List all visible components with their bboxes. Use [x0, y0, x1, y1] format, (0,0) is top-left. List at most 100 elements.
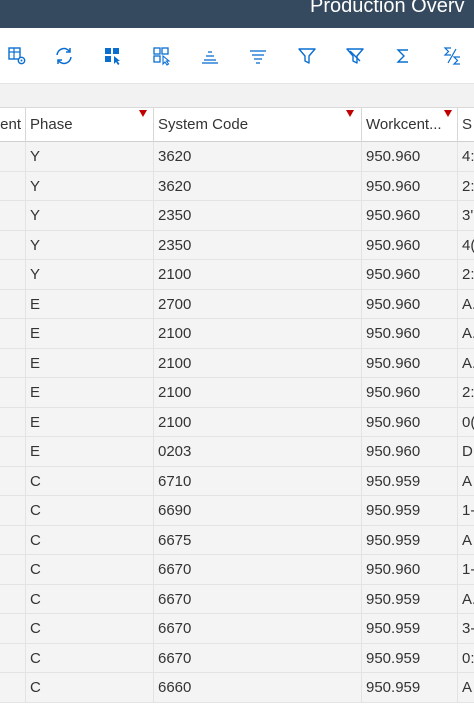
table-cell: 0( [462, 413, 474, 431]
column-header-partial-right[interactable]: S [458, 108, 474, 142]
table-row[interactable]: C 6660 950.959 A [0, 673, 474, 703]
column-header-system-code[interactable]: System Code [154, 108, 362, 142]
table-cell [0, 466, 26, 496]
table-cell [0, 260, 26, 290]
table-cell: Y [26, 230, 154, 260]
table-cell: 950.960 [362, 142, 458, 172]
refresh-icon [56, 47, 72, 65]
table-row[interactable]: E2100950.960A. [0, 348, 474, 378]
table-cell: C [26, 614, 154, 644]
table-cell: 950.959 [362, 584, 458, 614]
select-layout-button[interactable] [100, 44, 126, 68]
table-cell: C [26, 525, 154, 555]
table-cell: 6670 [154, 584, 362, 614]
table-cell [0, 555, 26, 585]
table-cell: 2700 [154, 289, 362, 319]
data-table: ent Phase System Code Workcent... S Y 362… [0, 108, 474, 706]
table-row[interactable]: C6670950.9593- [0, 614, 474, 644]
table-cell: C [26, 496, 154, 526]
table-row[interactable]: Y2350950.9604( [0, 230, 474, 260]
table-cell: 0: [462, 649, 474, 667]
table-cell [0, 171, 26, 201]
table-cell: 2100 [154, 348, 362, 378]
sort-descending-button[interactable] [245, 44, 271, 68]
table-cell: A [462, 679, 473, 696]
manage-layout-button[interactable] [149, 44, 175, 68]
sort-descending-icon [250, 50, 266, 64]
table-row[interactable]: C 6710 950.959 A [0, 466, 474, 496]
table-cell [0, 496, 26, 526]
table-row[interactable]: Y 2100 950.960 2: [0, 260, 474, 290]
table-cell: 2350 [154, 201, 362, 231]
table-settings-button[interactable] [4, 44, 30, 68]
table-row[interactable]: E 2100 950.960 2: [0, 378, 474, 408]
table-cell: 2: [462, 266, 474, 283]
table-cell [0, 407, 26, 437]
table-info-bar [0, 84, 474, 108]
table-cell: A [462, 472, 473, 490]
table-cell: 950.960 [362, 555, 458, 585]
table-settings-icon [8, 47, 26, 65]
table-cell: 950.960 [362, 348, 458, 378]
filter-button[interactable] [294, 44, 320, 68]
column-header-partial[interactable]: ent [0, 108, 26, 142]
table-cell: 2100 [154, 407, 362, 437]
table-cell: 950.959 [362, 466, 458, 496]
table-cell: 3620 [154, 142, 362, 172]
table-row[interactable]: E2100950.9600( [0, 407, 474, 437]
column-header-workcenter[interactable]: Workcent... [362, 108, 458, 142]
table-cell: 6670 [154, 555, 362, 585]
table-cell: 2: [462, 384, 474, 401]
table-cell: 2100 [154, 319, 362, 349]
table-row[interactable]: Y 2350 950.960 3' [0, 201, 474, 231]
table-cell: E [26, 319, 154, 349]
table-cell: C [26, 555, 154, 585]
table-cell: 6670 [154, 614, 362, 644]
table-cell: 950.959 [362, 525, 458, 555]
table-cell: C [26, 466, 154, 496]
table-cell: 950.960 [362, 260, 458, 290]
table-cell: A. [462, 590, 474, 608]
table-cell [0, 584, 26, 614]
delete-filter-button[interactable] [342, 44, 368, 68]
table-cell: 950.960 [362, 171, 458, 201]
sum-icon [396, 49, 408, 63]
table-cell: C [26, 584, 154, 614]
table-cell [0, 614, 26, 644]
sum-button[interactable] [390, 44, 416, 68]
table-row[interactable]: C6670950.959A. [0, 584, 474, 614]
column-header-phase[interactable]: Phase [26, 108, 154, 142]
table-cell: A. [462, 295, 474, 313]
table-cell [0, 437, 26, 467]
table-cell: 950.960 [362, 407, 458, 437]
table-cell [0, 673, 26, 703]
sort-ascending-button[interactable] [197, 44, 223, 68]
table-row[interactable]: C 6670 950.959 0: [0, 643, 474, 673]
subtotal-button[interactable] [439, 44, 465, 68]
table-toolbar [0, 28, 474, 84]
table-cell: Y [26, 201, 154, 231]
table-cell: 950.959 [362, 643, 458, 673]
app-header: Production Overv [0, 0, 474, 28]
app-title: Production Overv [310, 0, 465, 17]
refresh-button[interactable] [51, 44, 77, 68]
table-cell: E [26, 289, 154, 319]
table-cell: 6710 [154, 466, 362, 496]
table-row[interactable]: E 0203 950.960 D [0, 437, 474, 467]
table-cell [0, 142, 26, 172]
table-cell: 950.960 [362, 230, 458, 260]
table-row[interactable]: C6690950.9591- [0, 496, 474, 526]
table-cell: 950.959 [362, 496, 458, 526]
table-row[interactable]: Y 3620 950.960 2: [0, 171, 474, 201]
table-cell: 6675 [154, 525, 362, 555]
table-cell: 6670 [154, 643, 362, 673]
table-cell: A [462, 531, 473, 549]
table-cell: 2350 [154, 230, 362, 260]
table-row[interactable]: E2700950.960A. [0, 289, 474, 319]
table-cell: 6660 [154, 673, 362, 703]
table-row[interactable]: C 6675 950.959 A [0, 525, 474, 555]
table-row[interactable]: E2100950.960A. [0, 319, 474, 349]
sort-indicator-icon [444, 110, 452, 117]
table-row[interactable]: Y 3620 950.960 4: [0, 142, 474, 172]
table-row[interactable]: C6670950.9601- [0, 555, 474, 585]
